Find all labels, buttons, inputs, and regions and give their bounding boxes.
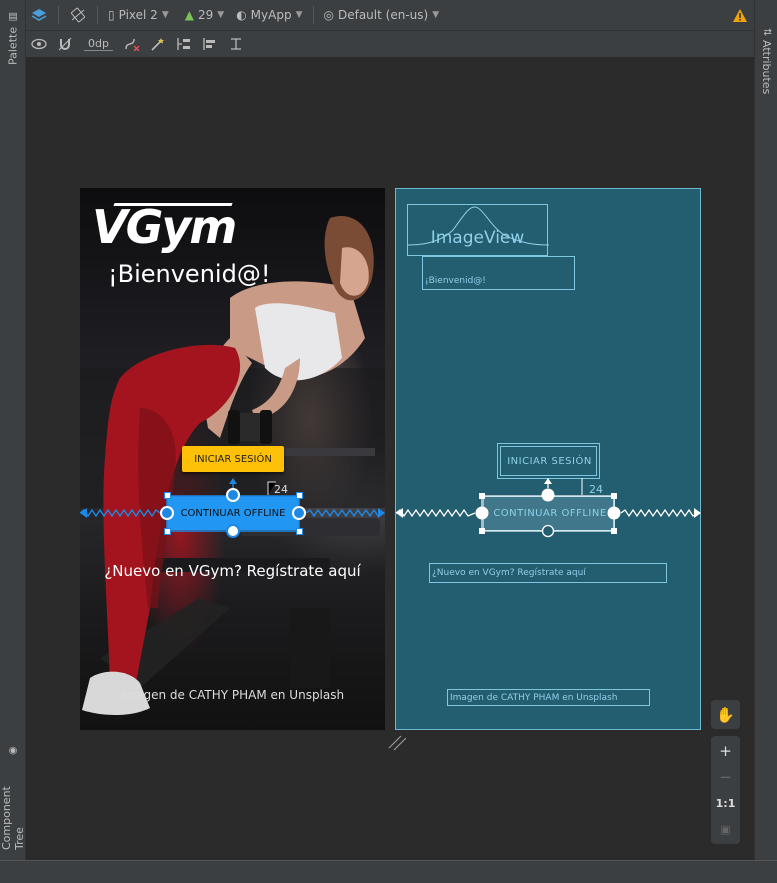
- android-icon: ▲: [184, 8, 194, 22]
- right-tool-strip: ⇅ Attributes: [754, 0, 777, 860]
- theme-icon: ◐: [236, 8, 247, 22]
- device-selector[interactable]: ▯ Pixel 2 ▼: [104, 8, 173, 22]
- chevron-down-icon: ▼: [295, 10, 303, 20]
- pan-button[interactable]: ✋: [711, 700, 740, 729]
- chevron-down-icon: ▼: [432, 10, 440, 20]
- layers-icon[interactable]: [27, 4, 51, 26]
- attributes-tab-label: Attributes: [760, 40, 773, 95]
- bp-credit-label: Imagen de CATHY PHAM en Unsplash: [450, 692, 618, 703]
- bp-welcome[interactable]: ¡Bienvenid@!: [422, 256, 575, 290]
- theme-label: MyApp: [250, 8, 292, 22]
- globe-icon: ◎: [323, 8, 334, 22]
- bp-imageview-label: ImageView: [430, 228, 525, 248]
- design-preview[interactable]: VGym ¡Bienvenid@! INICIAR SESIÓN CONTINU…: [80, 188, 385, 730]
- zoom-actual-size-button[interactable]: 1:1: [711, 790, 740, 816]
- locale-selector[interactable]: ◎ Default (en-us) ▼: [320, 8, 444, 22]
- bp-margin-label: 24: [589, 483, 603, 496]
- phone-icon: ▯: [108, 8, 115, 22]
- fit-screen-icon: ▣: [720, 822, 731, 836]
- login-button[interactable]: INICIAR SESIÓN: [182, 446, 284, 472]
- api-level-selector[interactable]: ▲ 29 ▼: [181, 8, 228, 22]
- bp-offline-label: CONTINUAR OFFLINE: [493, 508, 607, 519]
- bp-offline-button[interactable]: CONTINUAR OFFLINE: [483, 496, 615, 531]
- blueprint-preview[interactable]: ImageView ¡Bienvenid@! INICIAR SESIÓN CO…: [395, 188, 701, 730]
- infer-constraints-icon[interactable]: [146, 33, 170, 55]
- chevron-down-icon: ▼: [161, 10, 169, 20]
- zoom-in-button[interactable]: +: [711, 738, 740, 764]
- resize-handle-tr[interactable]: [296, 492, 303, 499]
- orientation-icon[interactable]: [66, 4, 90, 26]
- guidelines-icon[interactable]: [224, 33, 248, 55]
- margin-label: 24: [274, 483, 288, 496]
- eye-icon[interactable]: [27, 33, 51, 55]
- bp-welcome-label: ¡Bienvenid@!: [425, 276, 486, 286]
- bp-login-button[interactable]: INICIAR SESIÓN: [497, 443, 600, 479]
- resize-handle-br[interactable]: [296, 528, 303, 535]
- bp-photo-credit[interactable]: Imagen de CATHY PHAM en Unsplash: [447, 689, 650, 706]
- hand-icon: ✋: [716, 705, 735, 724]
- constraint-anchor-top[interactable]: [226, 488, 240, 502]
- photo-credit: Imagen de CATHY PHAM en Unsplash: [120, 688, 345, 702]
- warning-icon[interactable]: [728, 4, 752, 26]
- chevron-down-icon: ▼: [217, 10, 225, 20]
- component-tree-tab-label: Component Tree: [0, 786, 26, 850]
- attributes-icon: ⇅: [761, 28, 772, 37]
- bp-signup-text[interactable]: ¿Nuevo en VGym? Regístrate aquí: [429, 563, 667, 583]
- bp-signup-label: ¿Nuevo en VGym? Regístrate aquí: [432, 568, 586, 578]
- clear-constraints-icon[interactable]: [120, 33, 144, 55]
- status-bar: [0, 860, 777, 883]
- resize-handle-bl[interactable]: [164, 528, 171, 535]
- welcome-text: ¡Bienvenid@!: [108, 260, 271, 288]
- locale-label: Default (en-us): [337, 8, 429, 22]
- signup-text[interactable]: ¿Nuevo en VGym? Regístrate aquí: [80, 562, 385, 580]
- zoom-out-button[interactable]: −: [711, 764, 740, 790]
- pack-icon[interactable]: [172, 33, 196, 55]
- constraint-anchor-left[interactable]: [160, 506, 174, 520]
- component-tree-icon: ◉: [7, 745, 19, 756]
- bp-imageview[interactable]: ImageView: [407, 204, 549, 256]
- layout-editor-toolbar: ▯ Pixel 2 ▼ ▲ 29 ▼ ◐ MyApp ▼ ◎ Default (…: [26, 0, 754, 31]
- constraint-anchor-bottom[interactable]: [226, 524, 240, 538]
- zoom-to-fit-button[interactable]: ▣: [711, 816, 740, 842]
- align-icon[interactable]: [198, 33, 222, 55]
- magnet-icon[interactable]: [53, 33, 77, 55]
- zoom-controls: ✋ + − 1:1 ▣: [711, 700, 740, 844]
- device-label: Pixel 2: [118, 8, 158, 22]
- api-level-label: 29: [197, 8, 214, 22]
- attributes-tab[interactable]: ⇅ Attributes: [755, 28, 777, 95]
- palette-tab-label: Palette: [6, 26, 20, 65]
- constraint-anchor-right[interactable]: [292, 506, 306, 520]
- default-margin-field[interactable]: 0dp: [84, 37, 113, 51]
- app-logo: VGym: [92, 200, 237, 254]
- design-toolbar: 0dp: [26, 31, 754, 58]
- resize-handle-tl[interactable]: [164, 492, 171, 499]
- palette-icon: ▤: [7, 11, 19, 23]
- palette-tab[interactable]: Palette ▤: [0, 8, 26, 68]
- left-tool-strip: Palette ▤ Component Tree ◉: [0, 0, 26, 860]
- component-tree-tab[interactable]: Component Tree ◉: [0, 745, 26, 850]
- theme-selector[interactable]: ◐ MyApp ▼: [232, 8, 306, 22]
